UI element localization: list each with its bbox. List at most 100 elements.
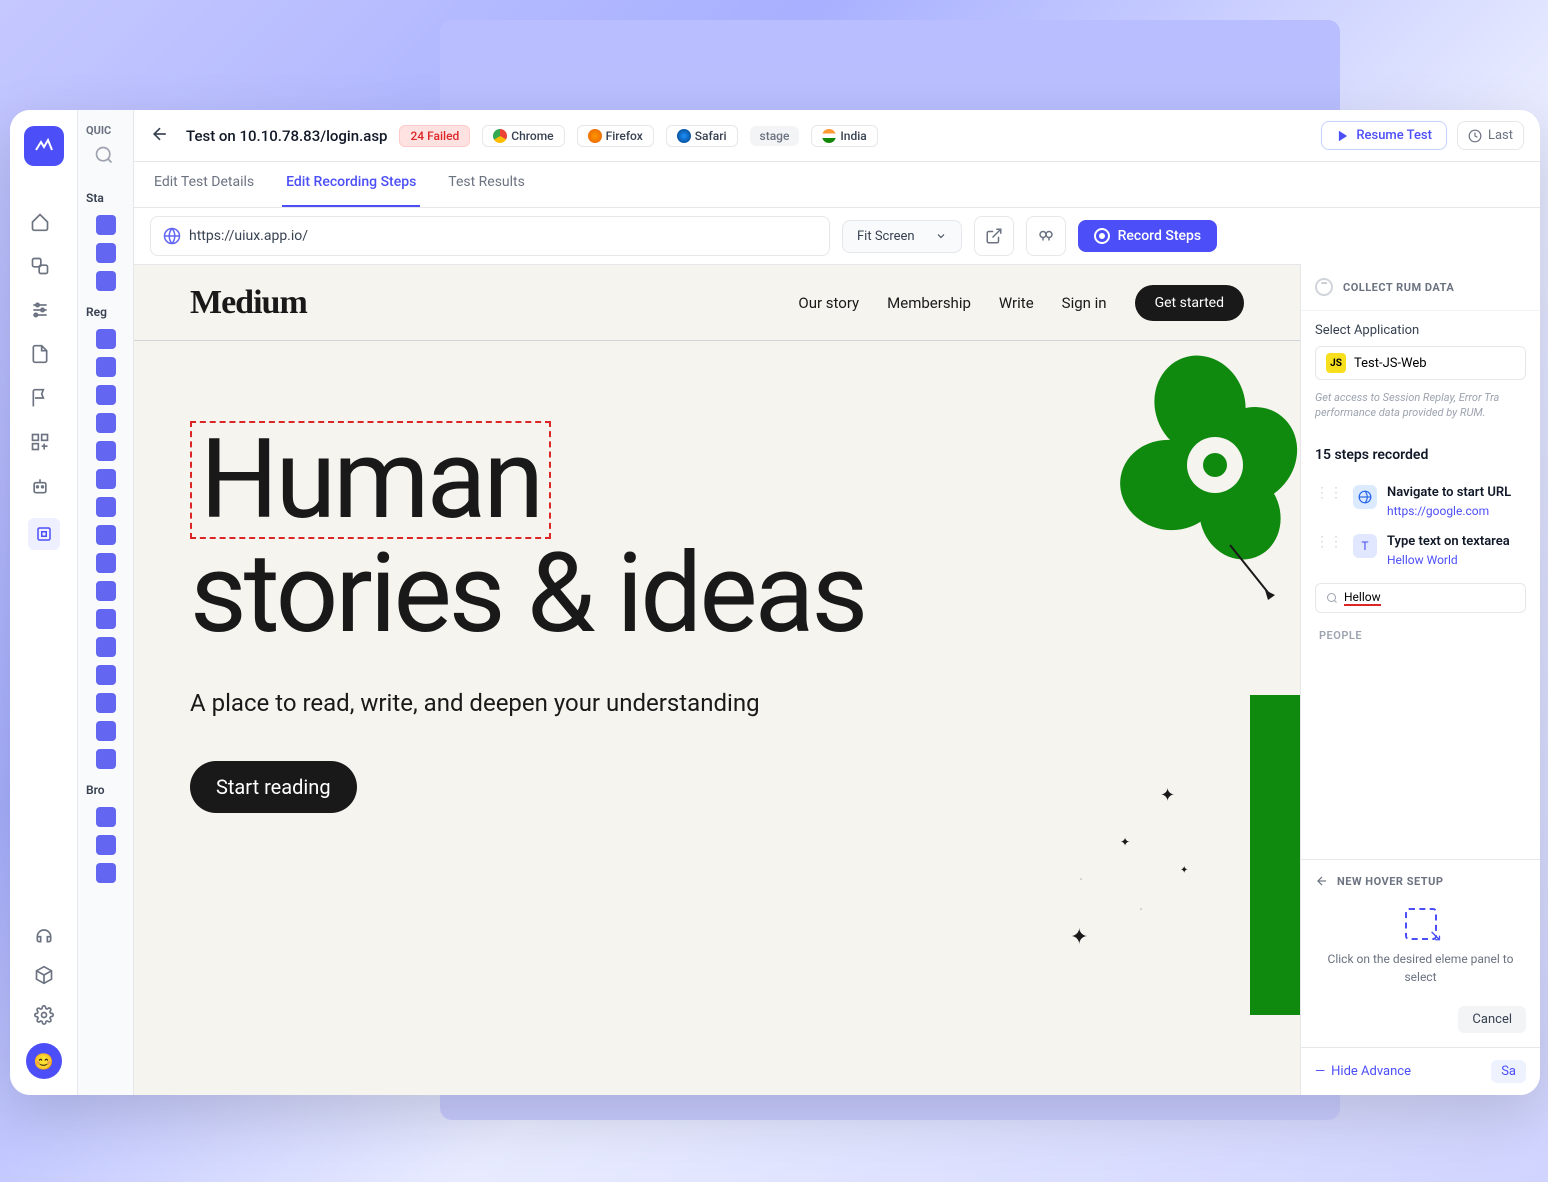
chrome-pill[interactable]: Chrome bbox=[482, 125, 564, 147]
external-link-button[interactable] bbox=[974, 216, 1014, 256]
list-item[interactable] bbox=[96, 357, 116, 377]
firefox-pill[interactable]: Firefox bbox=[577, 125, 654, 147]
app-selector[interactable]: JS Test-JS-Web bbox=[1315, 346, 1526, 380]
list-item[interactable] bbox=[96, 553, 116, 573]
save-button[interactable]: Sa bbox=[1491, 1060, 1526, 1083]
quick-nav: QUIC Sta Reg Bro bbox=[78, 110, 134, 1095]
tab-edit-recording[interactable]: Edit Recording Steps bbox=[282, 162, 420, 207]
url-value: https://uiux.app.io/ bbox=[189, 228, 308, 244]
step-title: Navigate to start URL bbox=[1387, 485, 1526, 500]
main-area: Test on 10.10.78.83/login.asp 24 Failed … bbox=[134, 110, 1540, 1095]
medium-nav: Medium Our story Membership Write Sign i… bbox=[134, 265, 1300, 341]
section-header: Bro bbox=[78, 773, 133, 803]
home-icon[interactable] bbox=[28, 210, 52, 234]
tab-test-results[interactable]: Test Results bbox=[444, 162, 529, 207]
steps-count: 15 steps recorded bbox=[1301, 433, 1540, 477]
flag-icon[interactable] bbox=[28, 386, 52, 410]
list-item[interactable] bbox=[96, 385, 116, 405]
hover-illustration bbox=[1315, 908, 1526, 940]
list-item[interactable] bbox=[96, 749, 116, 769]
list-item[interactable] bbox=[96, 441, 116, 461]
drag-handle-icon[interactable]: ⋮⋮ bbox=[1315, 534, 1343, 550]
rum-description: Get access to Session Replay, Error Tra … bbox=[1315, 390, 1526, 421]
list-item[interactable] bbox=[96, 581, 116, 601]
list-item[interactable] bbox=[96, 665, 116, 685]
search-icon[interactable] bbox=[94, 145, 118, 169]
last-run-button[interactable]: Last bbox=[1457, 121, 1524, 150]
list-item[interactable] bbox=[96, 863, 116, 883]
preview-frame[interactable]: Medium Our story Membership Write Sign i… bbox=[134, 264, 1300, 1095]
js-icon: JS bbox=[1326, 353, 1346, 373]
list-item[interactable] bbox=[96, 637, 116, 657]
top-bar: Test on 10.10.78.83/login.asp 24 Failed … bbox=[134, 110, 1540, 162]
chevron-down-icon bbox=[935, 230, 947, 242]
inspect-button[interactable] bbox=[1026, 216, 1066, 256]
drag-handle-icon[interactable]: ⋮⋮ bbox=[1315, 485, 1343, 501]
selected-element[interactable]: Human bbox=[190, 421, 551, 539]
list-item[interactable] bbox=[96, 693, 116, 713]
env-pill: stage bbox=[750, 126, 800, 146]
settings-icon[interactable] bbox=[32, 1003, 56, 1027]
people-label: PEOPLE bbox=[1301, 621, 1540, 650]
list-item[interactable] bbox=[96, 215, 116, 235]
start-reading-button[interactable]: Start reading bbox=[190, 761, 357, 813]
list-item[interactable] bbox=[96, 609, 116, 629]
failed-badge: 24 Failed bbox=[399, 125, 470, 147]
layers-icon[interactable] bbox=[28, 254, 52, 278]
app-logo[interactable] bbox=[24, 126, 64, 166]
medium-logo[interactable]: Medium bbox=[190, 284, 307, 322]
nav-our-story[interactable]: Our story bbox=[798, 294, 859, 312]
nav-membership[interactable]: Membership bbox=[887, 294, 971, 312]
hover-title: NEW HOVER SETUP bbox=[1337, 875, 1443, 888]
list-item[interactable] bbox=[96, 271, 116, 291]
select-app-label: Select Application bbox=[1315, 323, 1526, 338]
list-item[interactable] bbox=[96, 329, 116, 349]
step-url: https://google.com bbox=[1387, 504, 1526, 518]
url-input[interactable]: https://uiux.app.io/ bbox=[150, 216, 830, 256]
list-item[interactable] bbox=[96, 835, 116, 855]
tab-edit-details[interactable]: Edit Test Details bbox=[150, 162, 258, 207]
hide-advance-button[interactable]: — Hide Advance bbox=[1315, 1064, 1411, 1079]
list-item[interactable] bbox=[96, 721, 116, 741]
viewport-select[interactable]: Fit Screen bbox=[842, 220, 962, 253]
region-pill[interactable]: India bbox=[811, 125, 877, 147]
record-steps-button[interactable]: Record Steps bbox=[1078, 220, 1217, 252]
sliders-icon[interactable] bbox=[28, 298, 52, 322]
url-bar: https://uiux.app.io/ Fit Screen Record S… bbox=[134, 208, 1540, 264]
quick-label: QUIC bbox=[78, 124, 133, 137]
get-started-button[interactable]: Get started bbox=[1135, 285, 1244, 321]
rum-title: COLLECT RUM DATA bbox=[1343, 281, 1454, 294]
back-button[interactable] bbox=[150, 124, 174, 148]
list-item[interactable] bbox=[96, 243, 116, 263]
resume-test-button[interactable]: Resume Test bbox=[1321, 121, 1447, 150]
nav-write[interactable]: Write bbox=[999, 294, 1034, 312]
step-item[interactable]: ⋮⋮ Navigate to start URL https://google.… bbox=[1301, 477, 1540, 526]
grid-add-icon[interactable] bbox=[28, 430, 52, 454]
list-item[interactable] bbox=[96, 497, 116, 517]
section-header: Sta bbox=[78, 181, 133, 211]
test-icon[interactable] bbox=[28, 518, 60, 550]
rum-toggle[interactable] bbox=[1315, 278, 1333, 296]
list-item[interactable] bbox=[96, 525, 116, 545]
robot-icon[interactable] bbox=[28, 474, 52, 498]
list-item[interactable] bbox=[96, 807, 116, 827]
india-flag-icon bbox=[822, 129, 836, 143]
headset-icon[interactable] bbox=[32, 923, 56, 947]
list-item[interactable] bbox=[96, 413, 116, 433]
navigate-icon bbox=[1353, 485, 1377, 509]
safari-icon bbox=[677, 129, 691, 143]
safari-pill[interactable]: Safari bbox=[666, 125, 738, 147]
cancel-button[interactable]: Cancel bbox=[1458, 1006, 1526, 1033]
cube-icon[interactable] bbox=[32, 963, 56, 987]
nav-sign-in[interactable]: Sign in bbox=[1062, 294, 1107, 312]
tab-bar: Edit Test Details Edit Recording Steps T… bbox=[134, 162, 1540, 208]
hero-line2: stories & ideas bbox=[190, 529, 865, 658]
search-value: Hellow bbox=[1344, 590, 1381, 606]
green-decoration bbox=[1250, 695, 1300, 1015]
user-avatar[interactable]: 😊 bbox=[26, 1043, 62, 1079]
list-item[interactable] bbox=[96, 469, 116, 489]
hover-back-button[interactable] bbox=[1315, 874, 1329, 888]
file-icon[interactable] bbox=[28, 342, 52, 366]
step-item[interactable]: ⋮⋮ T Type text on textarea Hellow World bbox=[1301, 526, 1540, 575]
firefox-icon bbox=[588, 129, 602, 143]
